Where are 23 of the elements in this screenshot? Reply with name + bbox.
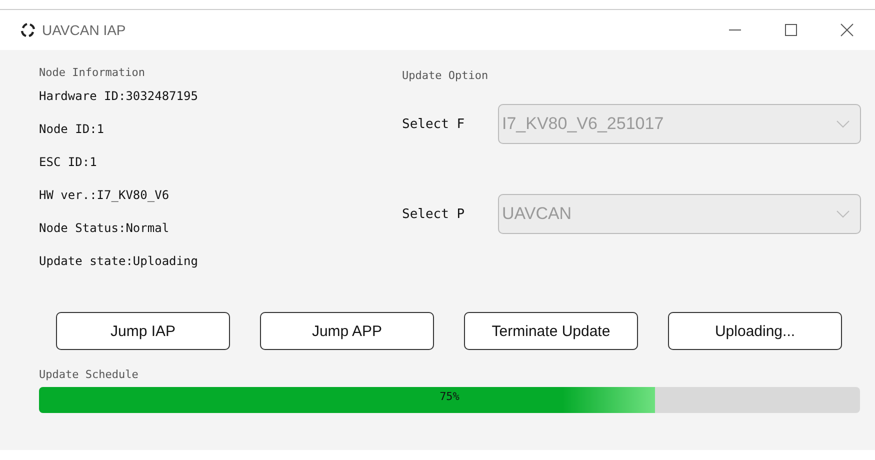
action-button[interactable]: Jump IAP xyxy=(56,312,230,350)
select-label: Select F xyxy=(402,116,466,132)
info-text: Node ID:1 xyxy=(39,121,106,138)
select-label: Select P xyxy=(402,206,466,222)
window-title: UAVCAN IAP xyxy=(42,22,127,38)
section-title: Node Information xyxy=(39,66,146,79)
minimize-icon xyxy=(728,29,742,31)
action-button[interactable]: Jump APP xyxy=(260,312,434,350)
close-icon xyxy=(840,23,854,37)
app-icon xyxy=(20,22,36,38)
info-text: HW ver.:I7_KV80_V6 xyxy=(39,187,170,204)
info-text: Node Status:Normal xyxy=(39,220,170,237)
action-button[interactable]: Uploading... xyxy=(668,312,842,350)
info-text: Hardware ID:3032487195 xyxy=(39,88,199,105)
info-text: ESC ID:1 xyxy=(39,154,98,171)
maximize-icon xyxy=(784,23,798,37)
chevron-icon xyxy=(836,120,850,128)
info-text: Update state:Uploading xyxy=(39,253,199,270)
section-title: Update Option xyxy=(402,69,488,82)
chevron-icon xyxy=(836,210,850,218)
progress-reading: 75% xyxy=(440,390,460,403)
action-button[interactable]: Terminate Update xyxy=(464,312,638,350)
progress-label: Update Schedule xyxy=(39,368,140,381)
